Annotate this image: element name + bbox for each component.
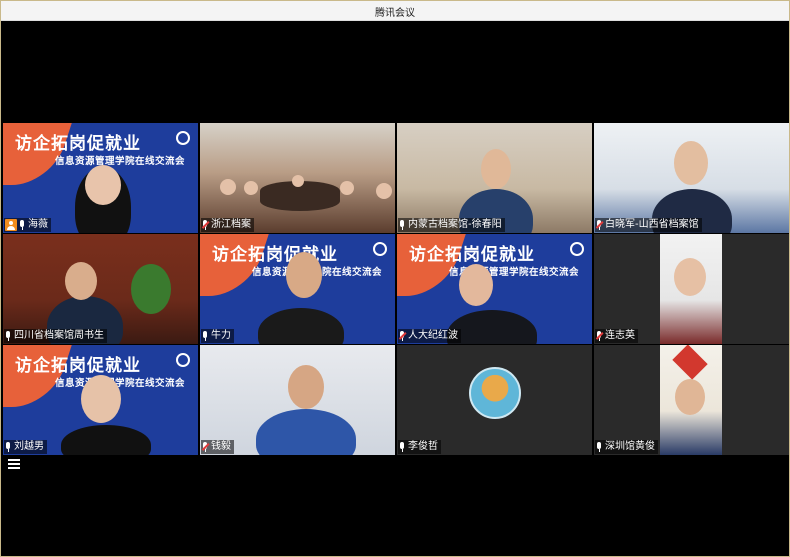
mic-icon bbox=[399, 442, 406, 452]
participant-name: 深圳馆黄俊 bbox=[605, 441, 655, 452]
video-tile[interactable]: 浙江档案 bbox=[200, 123, 395, 233]
participant-name: 海薇 bbox=[28, 219, 48, 230]
participant-label: 深圳馆黄俊 bbox=[595, 440, 658, 454]
participant-label: 连志英 bbox=[595, 329, 638, 343]
mic-icon bbox=[5, 331, 12, 341]
participant-label: 牛力 bbox=[201, 329, 234, 343]
participant-face bbox=[220, 179, 236, 195]
video-grid: 访企拓岗促就业 信息资源管理学院在线交流会 海薇 浙江档案 内蒙古档案馆-徐春阳… bbox=[3, 123, 789, 455]
video-tile[interactable]: 四川省档案馆周书生 bbox=[3, 234, 198, 344]
participant-label: 白晓军-山西省档案馆 bbox=[595, 218, 702, 232]
participant-silhouette bbox=[256, 409, 356, 455]
banner-title: 访企拓岗促就业 bbox=[15, 134, 141, 154]
school-logo-icon bbox=[570, 242, 584, 256]
meeting-window: 腾讯会议 访企拓岗促就业 信息资源管理学院在线交流会 海薇 浙江档案 内蒙古档案… bbox=[0, 0, 790, 557]
participant-name: 浙江档案 bbox=[211, 219, 251, 230]
participant-name: 刘越男 bbox=[14, 441, 44, 452]
participant-label: 人大纪红波 bbox=[398, 329, 461, 343]
banner-subtitle: 信息资源管理学院在线交流会 bbox=[55, 378, 186, 389]
participant-label: 内蒙古档案馆-徐春阳 bbox=[398, 218, 505, 232]
plant-decoration bbox=[131, 264, 171, 314]
participant-face bbox=[340, 181, 354, 195]
participant-video bbox=[660, 234, 722, 344]
participant-silhouette bbox=[61, 425, 151, 455]
school-logo-icon bbox=[373, 242, 387, 256]
participant-name: 牛力 bbox=[211, 330, 231, 341]
participant-label: 浙江档案 bbox=[201, 218, 254, 232]
participant-face bbox=[675, 379, 705, 415]
participant-face bbox=[85, 165, 121, 205]
mic-icon bbox=[202, 331, 209, 341]
participant-name: 白晓军-山西省档案馆 bbox=[605, 219, 699, 230]
participant-face bbox=[376, 183, 392, 199]
participant-video bbox=[660, 345, 722, 455]
participant-label: 李俊哲 bbox=[398, 440, 441, 454]
participant-face bbox=[286, 252, 322, 298]
user-avatar bbox=[469, 367, 521, 419]
participant-label: 钱毅 bbox=[201, 440, 234, 454]
host-icon bbox=[5, 219, 17, 231]
mic-icon bbox=[596, 442, 603, 452]
video-tile[interactable]: 钱毅 bbox=[200, 345, 395, 455]
video-tile[interactable]: 深圳馆黄俊 bbox=[594, 345, 789, 455]
mic-muted-icon bbox=[201, 442, 210, 452]
mic-icon bbox=[399, 220, 406, 230]
participant-face bbox=[288, 365, 324, 409]
participant-face bbox=[674, 258, 706, 296]
banner-subtitle: 信息资源管理学院在线交流会 bbox=[55, 156, 186, 167]
participant-label: 四川省档案馆周书生 bbox=[4, 329, 107, 343]
participant-name: 连志英 bbox=[605, 330, 635, 341]
participant-face bbox=[65, 262, 97, 300]
video-tile[interactable]: 访企拓岗促就业 信息资源管理学院在线交流会 牛力 bbox=[200, 234, 395, 344]
mic-muted-icon bbox=[595, 331, 604, 341]
participant-label: 海薇 bbox=[4, 218, 51, 232]
video-tile[interactable]: 访企拓岗促就业 信息资源管理学院在线交流会 海薇 bbox=[3, 123, 198, 233]
participant-face bbox=[459, 264, 493, 306]
mic-muted-icon bbox=[595, 220, 604, 230]
participant-face bbox=[244, 181, 258, 195]
video-tile[interactable]: 访企拓岗促就业 信息资源管理学院在线交流会 人大纪红波 bbox=[397, 234, 592, 344]
video-tile[interactable]: 连志英 bbox=[594, 234, 789, 344]
school-logo-icon bbox=[176, 353, 190, 367]
participant-face bbox=[674, 141, 708, 185]
video-tile[interactable]: 白晓军-山西省档案馆 bbox=[594, 123, 789, 233]
wall-decoration bbox=[672, 345, 708, 380]
participant-name: 钱毅 bbox=[211, 441, 231, 452]
participant-name: 四川省档案馆周书生 bbox=[14, 330, 104, 341]
video-tile[interactable]: 访企拓岗促就业 信息资源管理学院在线交流会 刘越男 bbox=[3, 345, 198, 455]
title-bar[interactable]: 腾讯会议 bbox=[1, 1, 789, 21]
participant-face bbox=[81, 375, 121, 423]
banner-title: 访企拓岗促就业 bbox=[212, 245, 338, 265]
menu-icon[interactable] bbox=[8, 459, 20, 469]
mic-icon bbox=[5, 442, 12, 452]
mic-muted-icon bbox=[201, 220, 210, 230]
participant-name: 李俊哲 bbox=[408, 441, 438, 452]
school-logo-icon bbox=[176, 131, 190, 145]
mic-muted-icon bbox=[398, 331, 407, 341]
window-title: 腾讯会议 bbox=[375, 8, 415, 19]
video-tile[interactable]: 李俊哲 bbox=[397, 345, 592, 455]
mic-icon bbox=[19, 220, 26, 230]
participant-name: 人大纪红波 bbox=[408, 330, 458, 341]
participant-face bbox=[481, 149, 511, 189]
participant-face bbox=[292, 175, 304, 187]
banner-title: 访企拓岗促就业 bbox=[15, 356, 141, 376]
participant-label: 刘越男 bbox=[4, 440, 47, 454]
video-tile[interactable]: 内蒙古档案馆-徐春阳 bbox=[397, 123, 592, 233]
banner-title: 访企拓岗促就业 bbox=[409, 245, 535, 265]
participant-silhouette bbox=[258, 308, 344, 344]
participant-name: 内蒙古档案馆-徐春阳 bbox=[408, 219, 502, 230]
